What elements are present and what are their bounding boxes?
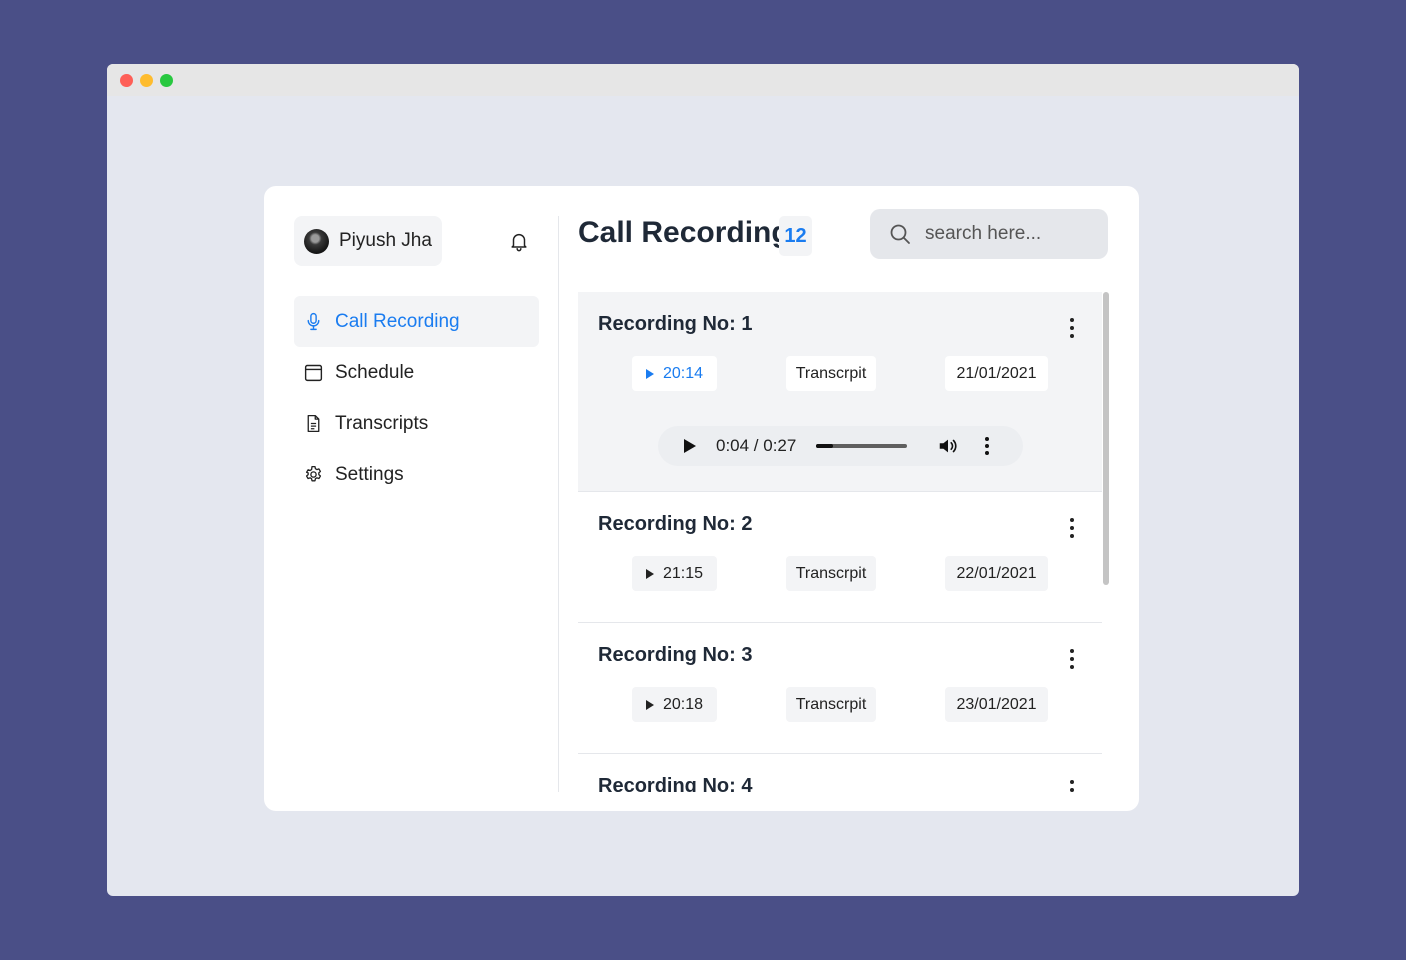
sidebar: Piyush Jha Call Recording Schedule Trans… <box>294 216 539 792</box>
recording-duration: 20:18 <box>662 695 704 713</box>
avatar <box>304 228 329 254</box>
sidebar-item-label: Transcripts <box>335 412 429 434</box>
recording-card: Recording No: 1 20:14 Transcrpit 21/01/2… <box>578 292 1102 492</box>
recordings-list[interactable]: Recording No: 1 20:14 Transcrpit 21/01/2… <box>578 292 1109 792</box>
sidebar-item-label: Schedule <box>335 361 415 383</box>
sidebar-nav: Call Recording Schedule Transcripts Sett… <box>294 296 539 500</box>
more-options-icon[interactable] <box>1066 518 1078 538</box>
sidebar-item-call-recording[interactable]: Call Recording <box>294 296 539 347</box>
more-options-icon[interactable] <box>1066 780 1078 792</box>
microphone-icon <box>307 312 320 331</box>
recording-date: 21/01/2021 <box>945 356 1048 391</box>
calendar-icon <box>304 364 323 382</box>
list-scrollbar[interactable] <box>1103 292 1109 585</box>
play-duration-button[interactable]: 20:18 <box>632 687 717 722</box>
browser-window: Piyush Jha Call Recording Schedule Trans… <box>107 64 1299 896</box>
recording-title: Recording No: 3 <box>598 644 753 666</box>
sidebar-item-schedule[interactable]: Schedule <box>294 347 539 398</box>
page-title: Call Recording <box>578 216 790 249</box>
recording-title: Recording No: 4 <box>598 775 753 792</box>
sidebar-item-label: Call Recording <box>335 310 460 332</box>
more-options-icon[interactable] <box>1066 318 1078 338</box>
sidebar-item-label: Settings <box>335 463 404 485</box>
window-minimize-button[interactable] <box>140 73 153 87</box>
window-titlebar <box>107 64 1299 96</box>
bell-icon[interactable] <box>508 230 530 252</box>
recording-date: 22/01/2021 <box>945 556 1048 591</box>
transcript-button[interactable]: Transcrpit <box>786 556 876 591</box>
sidebar-item-settings[interactable]: Settings <box>294 449 539 500</box>
audio-player: 0:04 / 0:27 <box>658 426 1023 466</box>
search-input[interactable] <box>925 223 1095 245</box>
window-maximize-button[interactable] <box>160 73 173 87</box>
recording-duration: 21:15 <box>662 564 704 582</box>
recording-date: 23/01/2021 <box>945 687 1048 722</box>
audio-progress-fill <box>816 444 833 448</box>
app-card: Piyush Jha Call Recording Schedule Trans… <box>264 186 1139 811</box>
gear-icon <box>305 465 322 482</box>
recording-card: Recording No: 2 21:15 Transcrpit 22/01/2… <box>578 492 1102 623</box>
window-close-button[interactable] <box>120 73 133 87</box>
main-content: Call Recording 12 Recording No: 1 20:14 … <box>578 208 1109 792</box>
document-icon <box>307 414 320 433</box>
search-icon <box>890 224 910 244</box>
audio-more-options-icon[interactable] <box>983 437 991 455</box>
recording-title: Recording No: 1 <box>598 313 753 335</box>
user-name: Piyush Jha <box>339 230 432 251</box>
more-options-icon[interactable] <box>1066 649 1078 669</box>
play-icon <box>645 368 654 379</box>
audio-time: 0:04 / 0:27 <box>716 436 797 455</box>
play-duration-button[interactable]: 21:15 <box>632 556 717 591</box>
search-box[interactable] <box>870 209 1108 259</box>
volume-icon[interactable] <box>937 435 959 457</box>
recording-duration: 20:14 <box>662 364 704 382</box>
user-profile-chip[interactable]: Piyush Jha <box>294 216 442 266</box>
recording-card: Recording No: 3 20:18 Transcrpit 23/01/2… <box>578 623 1102 754</box>
play-icon <box>645 568 654 579</box>
transcript-button[interactable]: Transcrpit <box>786 687 876 722</box>
recording-count-badge: 12 <box>779 216 812 256</box>
audio-seek-slider[interactable] <box>816 444 908 448</box>
sidebar-item-transcripts[interactable]: Transcripts <box>294 398 539 449</box>
recording-card: Recording No: 4 <box>578 754 1102 792</box>
transcript-button[interactable]: Transcrpit <box>786 356 876 391</box>
play-icon <box>645 699 654 710</box>
play-duration-button[interactable]: 20:14 <box>632 356 717 391</box>
audio-play-button[interactable] <box>684 439 696 453</box>
recording-title: Recording No: 2 <box>598 513 753 535</box>
sidebar-divider <box>558 216 559 792</box>
